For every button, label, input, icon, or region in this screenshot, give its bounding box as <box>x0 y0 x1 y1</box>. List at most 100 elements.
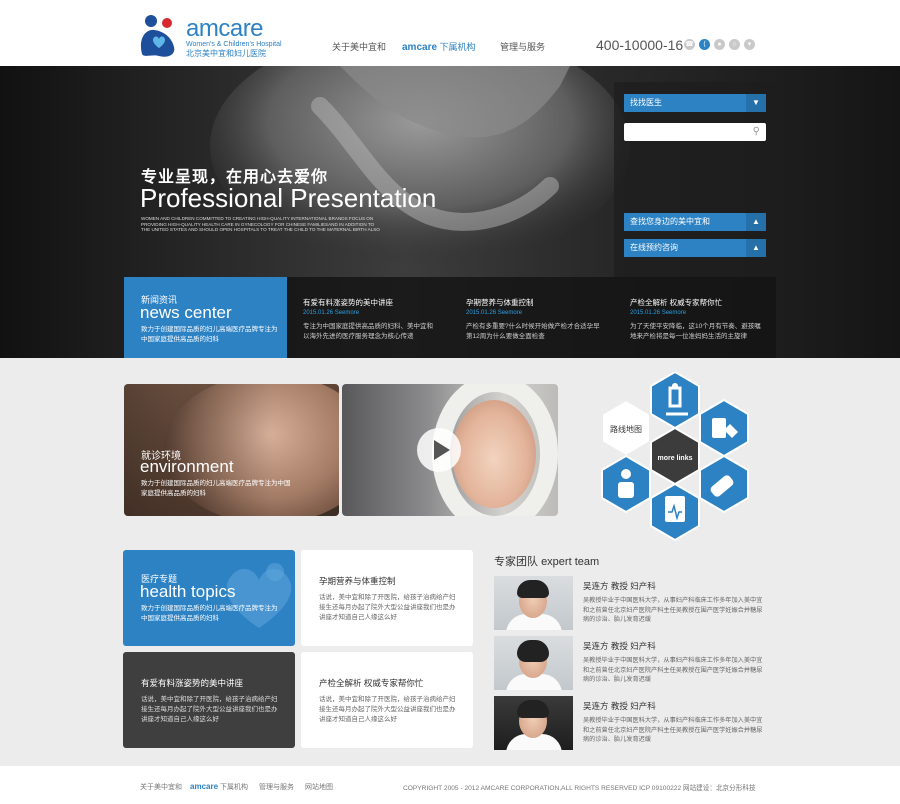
expert-item[interactable]: 吴连方 教授 妇产科 吴教授毕业于中国医科大学，从事妇产科临床工作多年加入美中宜… <box>494 636 766 690</box>
news-item-date[interactable]: 2015.01.26 Seemore <box>466 310 522 316</box>
footer-link-sitemap[interactable]: 网站地图 <box>305 782 333 792</box>
find-nearby-button[interactable]: 查找您身边的美中宜和 ▲ <box>624 213 766 231</box>
route-map-label: 路线地图 <box>610 424 642 434</box>
news-center-description: 致力于创建国际品质的妇儿高端医疗品牌专注为中国家庭提供高品质的妇科 <box>141 326 278 343</box>
topic-card-title: 孕期营养与体重控制 <box>319 576 396 586</box>
footer-link-subsidiaries-brand: amcare <box>190 782 219 791</box>
quick-access-panel: 找找医生 ▼ ⚲ 查找您身边的美中宜和 ▲ 在线预约咨询 ▲ <box>614 82 776 278</box>
expert-item[interactable]: 吴连方 教授 妇产科 吴教授毕业于中国医科大学，从事妇产科临床工作多年加入美中宜… <box>494 696 766 750</box>
news-item-title: 产检全解析 权威专家帮你忙 <box>630 298 723 307</box>
environment-card[interactable]: 就诊环境 environment 致力于创建国际品质的妇儿高端医疗品牌专注为中国… <box>124 384 339 516</box>
online-consult-button[interactable]: 在线预约咨询 ▲ <box>624 239 766 257</box>
chevron-up-icon: ▲ <box>746 239 766 257</box>
topic-card-description: 话说，美中宜和除了开医院，给孩子治病给产妇接生还每月办起了院外大型公益讲座我们也… <box>319 696 456 723</box>
expert-name[interactable]: 吴连方 教授 妇产科 <box>583 640 656 652</box>
topic-card[interactable]: 有爱有料涨姿势的美中讲座 话说，美中宜和除了开医院，给孩子治病给产妇接生还每月办… <box>123 652 295 748</box>
news-item[interactable]: 产检全解析 权威专家帮你忙 2015.01.26 Seemore 为了天使平安降… <box>614 277 776 358</box>
nav-subsidiaries-brand: amcare <box>402 42 438 53</box>
hex-medicine[interactable] <box>699 398 749 458</box>
news-item-title: 有爱有料涨姿势的美中讲座 <box>303 298 393 307</box>
more-links-label: more links <box>657 455 692 462</box>
topic-card[interactable]: 孕期营养与体重控制 话说，美中宜和除了开医院，给孩子治病给产妇接生还每月办起了院… <box>301 550 473 646</box>
hexagon-menu: 路线地图 more links <box>601 372 749 542</box>
logo-chinese-name: 北京美中宜和妇儿医院 <box>186 49 266 58</box>
footer-link-subsidiaries[interactable]: amcare 下属机构 <box>190 782 248 792</box>
expert-photo[interactable] <box>494 696 573 750</box>
hero-banner: 专业呈现，在用心去爱你 Professional Presentation WO… <box>0 66 900 358</box>
find-doctor-label: 找找医生 <box>630 98 662 107</box>
expert-description: 吴教授毕业于中国医科大学，从事妇产科临床工作多年加入美中宜和之前曾任北京妇产医院… <box>583 717 763 743</box>
find-nearby-label: 查找您身边的美中宜和 <box>630 217 710 226</box>
hex-microscope[interactable] <box>650 372 700 430</box>
expert-team-heading: 专家团队 expert team <box>494 553 599 569</box>
chevron-up-icon: ▲ <box>746 213 766 231</box>
wechat-icon[interactable]: ○ <box>729 39 740 50</box>
expert-name[interactable]: 吴连方 教授 妇产科 <box>583 700 656 712</box>
baby-image <box>452 400 536 508</box>
news-item-description: 专注为中国家庭提供高品质的妇科、美中宜和以海外先进的医疗服务理念为核心传递 <box>303 323 433 340</box>
health-topics-title-english: health topics <box>140 582 236 601</box>
environment-title-english: environment <box>140 457 234 476</box>
header-social-icons: ☎ ⟨ ● ○ ▾ <box>684 39 755 50</box>
footer-link-management[interactable]: 管理与服务 <box>259 782 294 792</box>
hex-doctor[interactable] <box>601 454 651 514</box>
phone-icon[interactable]: ☎ <box>684 39 695 50</box>
expert-team-title-english: expert team <box>541 556 600 568</box>
search-icon[interactable]: ⚲ <box>753 126 760 138</box>
location-icon[interactable]: ▾ <box>744 39 755 50</box>
find-doctor-dropdown[interactable]: 找找医生 ▼ <box>624 94 766 112</box>
hero-title-english: Professional Presentation <box>140 183 437 213</box>
expert-photo[interactable] <box>494 576 573 630</box>
doctor-search-input[interactable]: ⚲ <box>624 123 766 141</box>
news-item-description: 为了天使平安降临，这10个月有节奏、避孩嘱地来产检将是每一位准妈妈生活的主旋律 <box>630 323 761 340</box>
topic-card-title: 产检全解析 权威专家帮你忙 <box>319 678 424 688</box>
share-icon[interactable]: ⟨ <box>699 39 710 50</box>
nav-subsidiaries-label: 下属机构 <box>439 42 476 52</box>
topic-card[interactable]: 产检全解析 权威专家帮你忙 话说，美中宜和除了开医院，给孩子治病给产妇接生还每月… <box>301 652 473 748</box>
logo-subtitle: Women's & Children's Hospital <box>186 41 282 48</box>
expert-hair <box>517 700 549 718</box>
expert-description: 吴教授毕业于中国医科大学，从事妇产科临床工作多年加入美中宜和之前曾任北京妇产医院… <box>583 657 763 683</box>
topic-card-description: 话说，美中宜和除了开医院，给孩子治病给产妇接生还每月办起了院外大型公益讲座我们也… <box>319 594 456 621</box>
expert-hair <box>517 580 549 598</box>
hero-description: WOMEN AND CHILDREN COMMITTED TO CREATING… <box>141 216 380 233</box>
hex-baby-bottle[interactable] <box>699 454 749 514</box>
site-header: amcare Women's & Children's Hospital 北京美… <box>0 0 900 66</box>
online-consult-label: 在线预约咨询 <box>630 243 678 252</box>
copyright-text: COPYRIGHT 2005 - 2012 AMCARE CORPORATION… <box>403 785 756 792</box>
hotline-number: 400-10000-16 <box>596 37 684 53</box>
topic-card-description: 话说，美中宜和除了开医院，给孩子治病给产妇接生还每月办起了院外大型公益讲座我们也… <box>141 696 278 723</box>
news-item-date[interactable]: 2015.01.26 Seemore <box>303 310 359 316</box>
topic-card-title: 有爱有料涨姿势的美中讲座 <box>141 678 244 688</box>
play-icon <box>434 440 450 460</box>
expert-name[interactable]: 吴连方 教授 妇产科 <box>583 580 656 592</box>
health-topics-description: 致力于创建国际品质的妇儿高端医疗品牌专注为中国家庭提供高品质的妇科 <box>141 605 278 622</box>
logo-family-icon <box>140 15 175 57</box>
news-item[interactable]: 有爱有料涨姿势的美中讲座 2015.01.26 Seemore 专注为中国家庭提… <box>287 277 449 358</box>
logo[interactable]: amcare Women's & Children's Hospital 北京美… <box>140 14 282 58</box>
news-item-title: 孕期营养与体重控制 <box>466 298 534 307</box>
weibo-icon[interactable]: ● <box>714 39 725 50</box>
expert-team-title-chinese: 专家团队 <box>494 556 538 568</box>
hex-clipboard[interactable] <box>650 482 700 542</box>
expert-photo[interactable] <box>494 636 573 690</box>
logo-wordmark: amcare <box>186 15 264 42</box>
news-center-title-english: news center <box>140 303 232 322</box>
chevron-down-icon: ▼ <box>746 94 766 112</box>
expert-item[interactable]: 吴连方 教授 妇产科 吴教授毕业于中国医科大学，从事妇产科临床工作多年加入美中宜… <box>494 576 766 630</box>
site-footer: 关于美中宜和 amcare 下属机构 管理与服务 网站地图 COPYRIGHT … <box>0 766 900 804</box>
nav-subsidiaries[interactable]: amcare 下属机构 <box>402 40 476 53</box>
expert-hair <box>517 640 549 662</box>
footer-link-about[interactable]: 关于美中宜和 <box>140 782 182 792</box>
nav-management[interactable]: 管理与服务 <box>500 40 545 53</box>
news-item-date[interactable]: 2015.01.26 Seemore <box>630 310 686 316</box>
news-item[interactable]: 孕期营养与体重控制 2015.01.26 Seemore 产检有多重要?什么时候… <box>450 277 612 358</box>
video-card[interactable] <box>342 384 558 516</box>
nav-about[interactable]: 关于美中宜和 <box>332 40 386 53</box>
play-video-button[interactable] <box>417 428 461 472</box>
news-center-tile[interactable]: 新闻资讯 news center 致力于创建国际品质的妇儿高端医疗品牌专注为中国… <box>124 277 287 358</box>
footer-link-subsidiaries-label: 下属机构 <box>219 784 248 791</box>
news-bar: 新闻资讯 news center 致力于创建国际品质的妇儿高端医疗品牌专注为中国… <box>124 277 776 358</box>
health-topics-tile[interactable]: 医疗专题 health topics 致力于创建国际品质的妇儿高端医疗品牌专注为… <box>123 550 295 646</box>
news-item-description: 产检有多重要?什么时候开始做产检才合适孕早第12周为什么要做全面检查 <box>466 323 600 340</box>
